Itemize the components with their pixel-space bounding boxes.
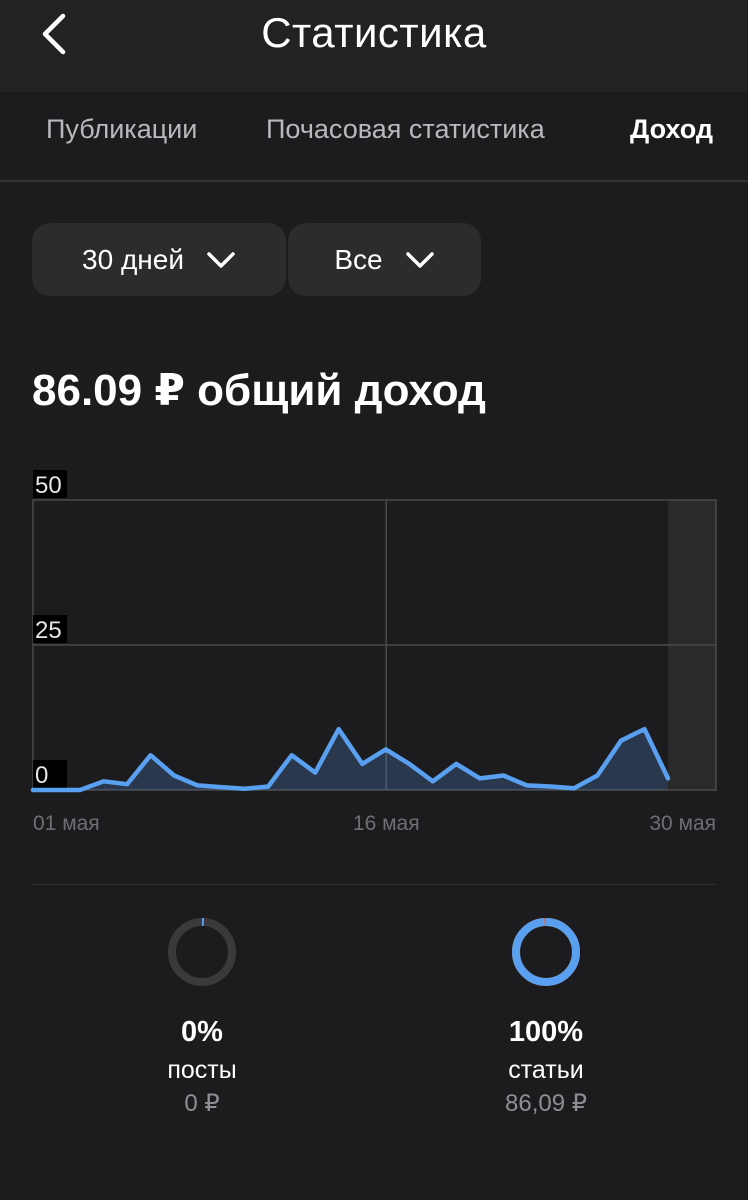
posts-percent: 0% bbox=[181, 1016, 223, 1048]
articles-amount: 86,09 ₽ bbox=[505, 1090, 587, 1117]
divider bbox=[32, 884, 716, 885]
y-tick-label: 50 bbox=[35, 472, 62, 499]
top-bar: Статистика bbox=[0, 0, 748, 92]
tab-publications[interactable]: Публикации bbox=[46, 112, 197, 146]
total-income: 86.09 ₽ общий доход bbox=[32, 366, 486, 415]
posts-amount: 0 ₽ bbox=[184, 1090, 220, 1117]
y-tick-label: 0 bbox=[35, 762, 48, 789]
chevron-down-icon bbox=[405, 251, 434, 268]
type-dropdown-label: Все bbox=[334, 243, 383, 275]
period-dropdown-label: 30 дней bbox=[82, 243, 184, 275]
type-dropdown[interactable]: Все bbox=[288, 223, 481, 296]
posts-stat: 0% посты 0 ₽ bbox=[102, 916, 302, 1120]
x-tick-label: 30 мая bbox=[649, 812, 716, 835]
tab-income[interactable]: Доход bbox=[630, 112, 713, 146]
articles-label: статьи bbox=[508, 1056, 584, 1084]
period-dropdown[interactable]: 30 дней bbox=[32, 223, 286, 296]
y-tick-label: 25 bbox=[35, 617, 62, 644]
chevron-down-icon bbox=[207, 251, 235, 268]
articles-percent: 100% bbox=[508, 1016, 584, 1048]
posts-ring-icon bbox=[168, 918, 236, 986]
articles-stat: 100% статьи 86,09 ₽ bbox=[446, 916, 646, 1120]
posts-label: посты bbox=[167, 1056, 237, 1084]
tab-hourly-stats[interactable]: Почасовая статистика bbox=[266, 112, 545, 146]
articles-ring-icon bbox=[512, 918, 580, 986]
page-title: Статистика bbox=[261, 9, 487, 56]
tab-bar: Публикации Почасовая статистика Доход bbox=[0, 92, 748, 182]
x-tick-label: 16 мая bbox=[353, 812, 420, 835]
x-tick-label: 01 мая bbox=[33, 812, 100, 835]
income-chart[interactable]: 0 25 50 01 мая 16 мая 30 мая bbox=[0, 460, 748, 840]
